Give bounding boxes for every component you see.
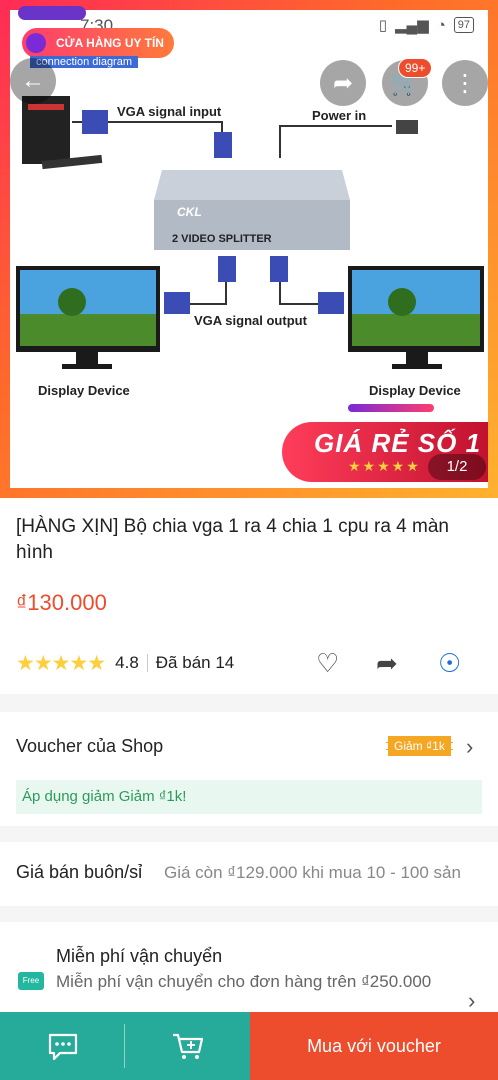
decor-pill — [18, 6, 86, 20]
diagram-splitter-label: 2 VIDEO SPLITTER — [172, 233, 272, 245]
wifi-icon: ◔ — [436, 16, 446, 34]
cart-plus-icon — [172, 1033, 203, 1059]
bottom-left-group — [0, 1012, 250, 1080]
product-image-carousel[interactable]: 7:30 ▯ ▂▄▆ ◔ 97 VGA signal input Power i… — [0, 0, 498, 498]
share-arrow-icon: ➦ — [376, 648, 398, 678]
arrow-left-icon: ← — [21, 67, 45, 94]
signal-icon: ▂▄▆ — [394, 17, 429, 34]
wholesale-value: Giá còn ₫129.000 khi mua 10 - 100 sản — [164, 863, 461, 882]
divider — [146, 654, 148, 672]
vibrate-icon: ▯ — [378, 17, 387, 34]
more-button[interactable]: ⋮ — [442, 60, 488, 106]
chat-button[interactable] — [0, 1012, 125, 1080]
buy-with-voucher-button[interactable]: Mua với voucher — [250, 1012, 498, 1080]
chevron-right-icon[interactable]: › — [466, 734, 473, 760]
product-title: [HÀNG XỊN] Bộ chia vga 1 ra 4 chia 1 cpu… — [16, 516, 449, 563]
share-button[interactable]: ➦ — [320, 60, 366, 106]
divider — [124, 1024, 125, 1068]
share-product-button[interactable]: ➦ — [376, 648, 398, 679]
bottom-action-bar: Mua với voucher — [0, 1012, 498, 1080]
voucher-tag[interactable]: Giảm ₫1k — [386, 736, 453, 756]
promo-stars: ★★★★★ — [348, 458, 421, 474]
product-price: ₫130.000 — [16, 590, 107, 615]
chat-icon — [48, 1033, 77, 1061]
diagram-power-in: Power in — [312, 108, 366, 123]
more-vertical-icon: ⋮ — [453, 69, 477, 97]
diagram-vga-output: VGA signal output — [194, 313, 308, 328]
shop-badge-icon — [26, 33, 46, 53]
voucher-apply-note: Áp dụng giảm Giảm ₫1k! — [16, 780, 482, 814]
shop-badge-label: CỬA HÀNG UY TÍN — [56, 36, 164, 50]
cart-count-badge: 99+ — [398, 58, 433, 78]
shipping-section[interactable]: Miễn phí vận chuyển Free Miễn phí vận ch… — [0, 922, 498, 1014]
image-counter: 1/2 — [428, 454, 486, 480]
trusted-shop-badge: CỬA HÀNG UY TÍN — [22, 28, 174, 58]
messenger-button[interactable]: ☉ — [438, 648, 461, 679]
battery-icon: 97 — [453, 17, 474, 33]
chevron-right-icon[interactable]: › — [468, 988, 475, 1014]
sold-count: Đã bán 14 — [155, 653, 235, 672]
diagram-display-left: Display Device — [38, 383, 130, 398]
rating-value: 4.8 — [115, 653, 139, 672]
status-icons: ▯ ▂▄▆ ◔ 97 — [379, 16, 474, 34]
rating-row: ★★★★★ 4.8 Đã bán 14 ♡ ➦ ☉ — [16, 648, 486, 678]
wholesale-price-row[interactable]: Giá bán buôn/sỉ Giá còn ₫129.000 khi mua… — [0, 842, 498, 906]
diagram-vga-input: VGA signal input — [117, 104, 222, 119]
shipping-title: Miễn phí vận chuyển — [56, 946, 223, 966]
shipping-desc: Miễn phí vận chuyển cho đơn hàng trên ₫2… — [56, 972, 432, 991]
share-icon: ➦ — [332, 69, 354, 97]
diagram-display-right: Display Device — [369, 383, 461, 398]
like-button[interactable]: ♡ — [316, 648, 339, 679]
shop-voucher-section[interactable]: Voucher của Shop Giảm ₫1k › Áp dụng giảm… — [0, 712, 498, 826]
wholesale-label: Giá bán buôn/sỉ — [16, 862, 143, 882]
free-shipping-truck-icon: Free — [18, 972, 44, 990]
product-info: [HÀNG XỊN] Bộ chia vga 1 ra 4 chia 1 cpu… — [0, 498, 498, 694]
diagram-brand: CKL — [177, 205, 202, 219]
back-button[interactable]: ← — [10, 58, 56, 104]
rating-stars-icon: ★★★★★ — [16, 651, 106, 675]
add-to-cart-button[interactable] — [125, 1012, 250, 1080]
promo-decor-bar — [348, 404, 434, 412]
messenger-icon: ☉ — [438, 648, 462, 678]
heart-icon: ♡ — [316, 648, 340, 678]
voucher-title: Voucher của Shop — [16, 736, 164, 756]
connection-diagram: VGA signal input Power in CKL 2 VIDEO SP… — [12, 70, 486, 430]
